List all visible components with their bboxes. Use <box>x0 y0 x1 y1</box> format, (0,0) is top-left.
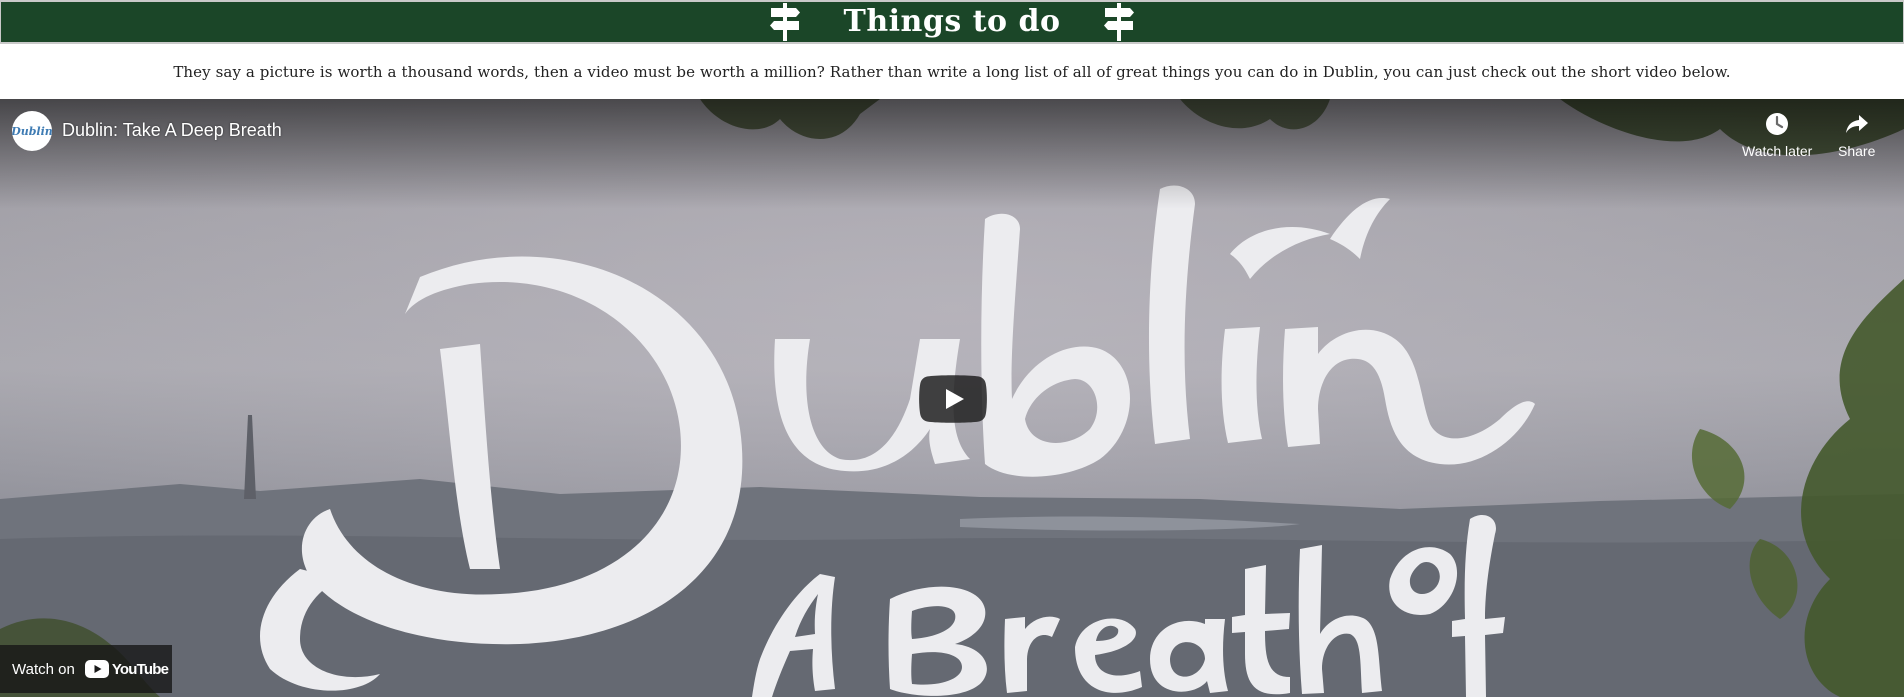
page-title: Things to do <box>843 4 1061 39</box>
signpost-icon <box>769 3 800 41</box>
video-title-link[interactable]: Dublin: Take A Deep Breath <box>62 120 282 141</box>
play-button[interactable] <box>919 375 987 423</box>
top-overlay <box>0 99 1904 209</box>
page-header: Things to do <box>0 0 1904 44</box>
youtube-wordmark: YouTube <box>111 660 169 678</box>
watch-on-label: Watch on <box>12 660 75 678</box>
youtube-logo: YouTube <box>84 660 169 678</box>
youtube-icon <box>84 660 109 678</box>
watch-later-button[interactable]: Watch later <box>1742 111 1812 159</box>
share-arrow-icon <box>1845 115 1868 133</box>
intro-text: They say a picture is worth a thousand w… <box>173 62 1731 81</box>
watch-on-youtube-button[interactable]: Watch on YouTube <box>0 645 172 693</box>
signpost-icon <box>1104 3 1135 41</box>
header-inner: Things to do <box>768 3 1137 41</box>
share-label: Share <box>1838 143 1876 159</box>
channel-avatar[interactable]: Dublin <box>12 111 52 151</box>
share-button[interactable]: Share <box>1838 111 1875 159</box>
intro-section: They say a picture is worth a thousand w… <box>0 44 1904 99</box>
clock-icon <box>1766 113 1789 135</box>
channel-avatar-text: Dublin <box>12 124 52 138</box>
video-player[interactable]: Dublin Dublin: Take A Deep Breath Watch … <box>0 99 1904 697</box>
watch-later-label: Watch later <box>1742 143 1813 159</box>
